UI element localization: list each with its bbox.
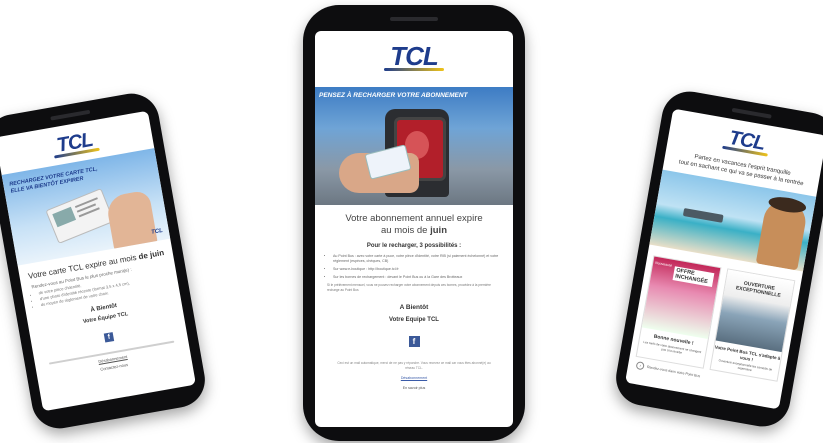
left-hero-image: RECHARGEZ VOTRE CARTE TCL, ELLE VA BIENT… (1, 148, 171, 266)
center-headline-line2: au mois de juin (315, 225, 513, 237)
center-footer-link[interactable]: Désabonnement (315, 376, 513, 380)
left-hand-image (105, 189, 159, 253)
center-headline-bold: juin (430, 225, 447, 236)
right-tile-offer-badge: OFFRE INCHANGÉE (672, 266, 715, 287)
left-facebook-icon[interactable]: f (103, 332, 115, 343)
center-footer-text: Ceci est un mail automatique, merci de n… (337, 361, 491, 370)
right-tile-opening-badge: OUVERTURE EXCEPTIONNELLE (735, 280, 782, 299)
center-subhead: Pour le recharger, 3 possibilités : (366, 243, 462, 249)
center-note: Si le prélèvement mensuel, vous ne pouve… (327, 283, 491, 292)
left-phone-speaker (49, 109, 90, 121)
right-phone: TCL Partez en vacances l'esprit tranquil… (611, 87, 823, 431)
center-logo: TCL (315, 41, 513, 75)
center-phone-speaker (390, 17, 438, 21)
center-bullet[interactable]: Sur www.e-boutique : http://boutique.tcl… (333, 267, 505, 272)
left-headline-bold: de juin (137, 248, 165, 262)
left-card-image (45, 188, 115, 244)
center-logo-text: TCL (390, 41, 439, 71)
right-tile-opening-image: OUVERTURE EXCEPTIONNELLE (715, 269, 795, 353)
center-logo-swoosh (384, 68, 444, 71)
left-hero-logo-mark: TCL (150, 227, 164, 236)
left-phone: TCL RECHARGEZ VOTRE CARTE TCL, ELLE VA B… (0, 89, 210, 433)
center-headline-line1: Votre abonnement annuel expire (345, 213, 483, 224)
left-hero-banner: RECHARGEZ VOTRE CARTE TCL, ELLE VA BIENT… (8, 166, 99, 195)
right-tile-side-label: Nouveauté (654, 260, 673, 268)
right-tile-opening[interactable]: OUVERTURE EXCEPTIONNELLE Votre Point Bus… (709, 268, 796, 382)
center-signature: Votre Equipe TCL (389, 317, 439, 323)
center-footer-link2[interactable]: En savoir plus (315, 386, 513, 390)
right-tiles: OFFRE INCHANGÉE Nouveauté Bonne nouvelle… (635, 255, 796, 382)
center-headline-prefix: au mois de (380, 225, 431, 236)
center-headline: Votre abonnement annuel expire au mois d… (315, 213, 513, 237)
right-link-icon: › (635, 361, 645, 371)
center-phone: TCL PENSEZ À RECHARGER VOTRE ABONNEMENT … (303, 5, 525, 441)
left-phone-screen: TCL RECHARGEZ VOTRE CARTE TCL, ELLE VA B… (0, 110, 196, 412)
center-hero-image: PENSEZ À RECHARGER VOTRE ABONNEMENT (315, 87, 513, 205)
center-farewell: A Bientôt (399, 304, 429, 311)
right-phone-speaker (731, 107, 772, 119)
right-phone-screen: TCL Partez en vacances l'esprit tranquil… (625, 108, 823, 410)
right-boat-image (682, 207, 724, 223)
center-bullet: Au Point Bus : avec votre carte à puce, … (333, 254, 505, 264)
center-phone-screen: TCL PENSEZ À RECHARGER VOTRE ABONNEMENT … (315, 31, 513, 427)
center-bullet: Sur les bornes de rechargement : devant … (333, 275, 505, 280)
right-tile-offer-image: OFFRE INCHANGÉE Nouveauté (641, 256, 721, 340)
right-tile-offer[interactable]: OFFRE INCHANGÉE Nouveauté Bonne nouvelle… (635, 255, 722, 369)
center-bullets: Au Point Bus : avec votre carte à puce, … (333, 254, 505, 280)
center-hero-banner: PENSEZ À RECHARGER VOTRE ABONNEMENT (319, 92, 468, 99)
center-facebook-icon[interactable]: f (408, 336, 420, 347)
